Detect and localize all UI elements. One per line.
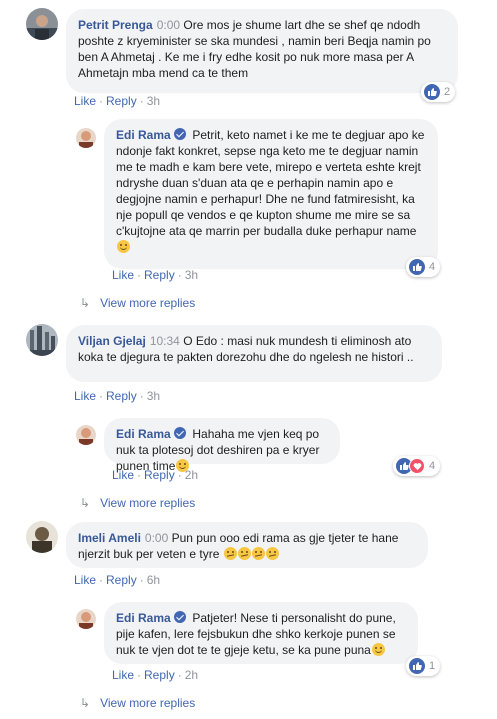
reply-author[interactable]: Edi Rama <box>116 128 171 142</box>
verified-badge-icon <box>173 611 186 623</box>
avatar[interactable] <box>26 521 58 553</box>
reaction-summary[interactable]: 4 <box>393 456 441 476</box>
view-more-replies[interactable]: ↳ View more replies <box>80 696 195 710</box>
reaction-count: 1 <box>429 660 436 672</box>
comment-age[interactable]: 6h <box>147 573 160 587</box>
reply-age[interactable]: 2h <box>185 468 198 482</box>
comment-age[interactable]: 3h <box>147 389 160 403</box>
reply-bubble: Edi Rama Patjeter! Nese ti personalisht … <box>104 602 418 664</box>
comment-author[interactable]: Viljan Gjelaj <box>78 334 146 348</box>
reply-age[interactable]: 3h <box>185 268 198 282</box>
view-more-replies[interactable]: ↳ View more replies <box>80 496 195 510</box>
comment-age[interactable]: 3h <box>147 94 160 108</box>
reply-author[interactable]: Edi Rama <box>116 427 171 441</box>
comment-bubble: Viljan Gjelaj 10:34 O Edo : masi nuk mund… <box>66 325 442 382</box>
reply-actions: Like · Reply · 2h <box>112 468 199 482</box>
reaction-count: 4 <box>429 460 436 472</box>
confused-emoji-icon <box>237 547 251 560</box>
reaction-count: 4 <box>429 261 436 273</box>
verified-badge-icon <box>173 427 186 439</box>
reply-actions: Like · Reply · 2h <box>112 668 199 682</box>
reply-arrow-icon: ↳ <box>80 696 91 710</box>
comment-actions: Like · Reply · 6h <box>74 573 161 587</box>
reaction-summary[interactable]: 1 <box>406 656 441 676</box>
avatar[interactable] <box>76 609 96 629</box>
reply-actions: Like · Reply · 3h <box>112 268 199 282</box>
view-more-label[interactable]: View more replies <box>100 296 195 310</box>
comment-actions: Like · Reply · 3h <box>74 389 161 403</box>
confused-emoji-icon <box>265 547 279 560</box>
comment-timestamp[interactable]: 0:00 <box>145 531 168 545</box>
like-reaction-icon <box>409 259 425 275</box>
avatar[interactable] <box>26 324 58 356</box>
comment-timestamp[interactable]: 0:00 <box>157 18 180 32</box>
reply-arrow-icon: ↳ <box>80 296 91 310</box>
like-link[interactable]: Like <box>112 268 134 282</box>
reply-link[interactable]: Reply <box>144 668 175 682</box>
comment-author[interactable]: Petrit Prenga <box>78 18 153 32</box>
reaction-count: 2 <box>444 86 451 98</box>
smile-emoji-icon <box>371 643 385 656</box>
reply-arrow-icon: ↳ <box>80 496 91 510</box>
reply-link[interactable]: Reply <box>144 268 175 282</box>
smile-emoji-icon <box>117 240 130 253</box>
confused-emoji-icon <box>251 547 265 560</box>
reply-bubble: Edi Rama Hahaha me vjen keq po nuk ta pl… <box>104 418 340 473</box>
like-link[interactable]: Like <box>112 668 134 682</box>
reply-age[interactable]: 2h <box>185 668 198 682</box>
love-reaction-icon <box>409 458 425 474</box>
view-more-label[interactable]: View more replies <box>100 496 195 510</box>
like-link[interactable]: Like <box>74 573 96 587</box>
reply-link[interactable]: Reply <box>144 468 175 482</box>
verified-badge-icon <box>173 128 186 140</box>
reaction-summary[interactable]: 2 <box>421 82 456 102</box>
view-more-label[interactable]: View more replies <box>100 696 195 710</box>
reply-link[interactable]: Reply <box>106 573 137 587</box>
like-link[interactable]: Like <box>74 389 96 403</box>
avatar[interactable] <box>76 425 96 445</box>
comment-actions: Like · Reply · 3h <box>74 94 161 108</box>
like-reaction-icon <box>424 84 440 100</box>
confused-emoji-icon <box>223 547 237 560</box>
view-more-replies[interactable]: ↳ View more replies <box>80 296 195 310</box>
avatar[interactable] <box>76 128 96 148</box>
reaction-summary[interactable]: 4 <box>406 257 441 277</box>
reply-text: Petrit, keto namet i ke me te degjuar ap… <box>116 128 425 238</box>
reply-link[interactable]: Reply <box>106 389 137 403</box>
comment-timestamp[interactable]: 10:34 <box>150 334 180 348</box>
reply-author[interactable]: Edi Rama <box>116 611 171 625</box>
reply-link[interactable]: Reply <box>106 94 137 108</box>
like-link[interactable]: Like <box>112 468 134 482</box>
comment-bubble: Imeli Ameli 0:00 Pun pun ooo edi rama as … <box>66 522 428 568</box>
reply-bubble: Edi Rama Petrit, keto namet i ke me te d… <box>104 119 438 269</box>
avatar[interactable] <box>26 8 58 40</box>
like-reaction-icon <box>409 658 425 674</box>
like-link[interactable]: Like <box>74 94 96 108</box>
comment-bubble: Petrit Prenga 0:00 Ore mos je shume lart … <box>66 9 458 93</box>
comment-author[interactable]: Imeli Ameli <box>78 531 141 545</box>
